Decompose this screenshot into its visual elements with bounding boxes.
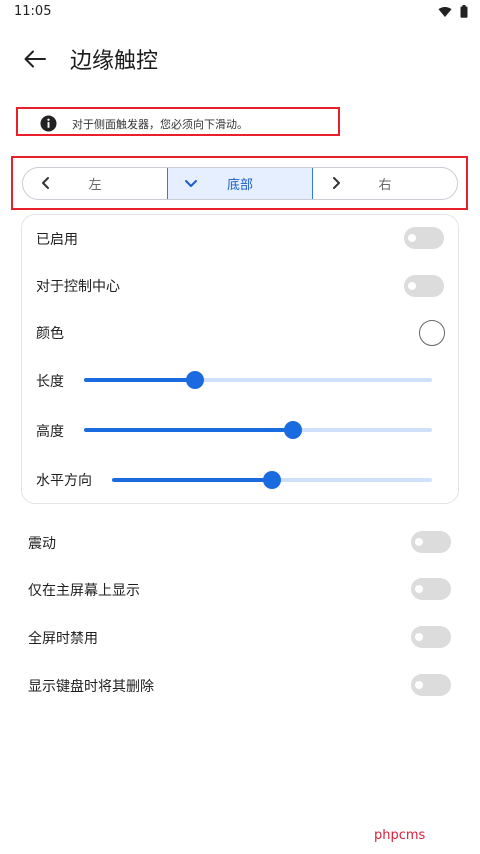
chevron-right-icon — [333, 177, 340, 189]
slider-fill — [84, 428, 293, 432]
back-button[interactable] — [20, 44, 50, 74]
watermark: phpcms — [374, 828, 426, 843]
toggle-knob — [408, 282, 416, 290]
enabled-toggle[interactable] — [404, 227, 444, 249]
position-selector: 左 底部 右 — [22, 167, 458, 200]
home-only-toggle[interactable] — [411, 578, 451, 600]
position-option-label: 右 — [378, 178, 392, 193]
chevron-down-icon — [185, 180, 197, 187]
height-slider[interactable] — [84, 420, 432, 440]
toggle-knob — [415, 538, 423, 546]
position-option-label: 底部 — [226, 178, 253, 193]
length-label: 长度 — [36, 374, 64, 390]
horizontal-slider[interactable] — [112, 470, 432, 490]
length-slider[interactable] — [84, 370, 432, 390]
app-bar: 边缘触控 — [0, 34, 480, 84]
keyboard-hide-toggle[interactable] — [411, 674, 451, 696]
slider-thumb[interactable] — [263, 471, 281, 489]
color-swatch[interactable] — [419, 320, 445, 346]
color-label: 颜色 — [36, 326, 64, 342]
fullscreen-disable-label: 全屏时禁用 — [28, 631, 98, 647]
slider-fill — [84, 378, 196, 382]
slider-thumb[interactable] — [186, 371, 205, 389]
info-text: 对于侧面触发器，您必须向下滑动。 — [72, 118, 248, 131]
enabled-label: 已启用 — [36, 232, 78, 248]
vibration-label: 震动 — [28, 536, 56, 552]
page-title: 边缘触控 — [70, 49, 159, 74]
chevron-left-icon — [42, 177, 49, 189]
position-option-left[interactable]: 左 — [23, 168, 167, 199]
height-label: 高度 — [36, 424, 64, 440]
control-center-toggle[interactable] — [404, 275, 444, 297]
toggle-knob — [408, 234, 416, 242]
status-bar: 11:05 — [0, 0, 480, 24]
slider-thumb[interactable] — [283, 421, 302, 439]
toggle-knob — [415, 681, 423, 689]
home-only-label: 仅在主屏幕上显示 — [28, 583, 140, 599]
position-option-bottom[interactable]: 底部 — [167, 168, 313, 199]
control-center-label: 对于控制中心 — [36, 279, 120, 295]
position-option-right[interactable]: 右 — [313, 168, 457, 199]
status-icons — [438, 5, 468, 18]
toggle-knob — [415, 585, 423, 593]
status-time: 11:05 — [14, 4, 52, 19]
fullscreen-disable-toggle[interactable] — [411, 626, 451, 648]
wifi-icon — [438, 6, 452, 17]
vibration-toggle[interactable] — [411, 531, 451, 553]
edge-settings-card — [21, 214, 459, 504]
toggle-knob — [415, 633, 423, 641]
battery-icon — [460, 5, 468, 18]
keyboard-hide-label: 显示键盘时将其删除 — [28, 679, 154, 695]
info-banner: 对于侧面触发器，您必须向下滑动。 — [16, 107, 340, 136]
position-option-label: 左 — [88, 178, 102, 193]
arrow-left-icon — [24, 50, 46, 68]
slider-fill — [112, 478, 272, 482]
info-icon — [40, 115, 57, 132]
horizontal-label: 水平方向 — [36, 473, 92, 489]
